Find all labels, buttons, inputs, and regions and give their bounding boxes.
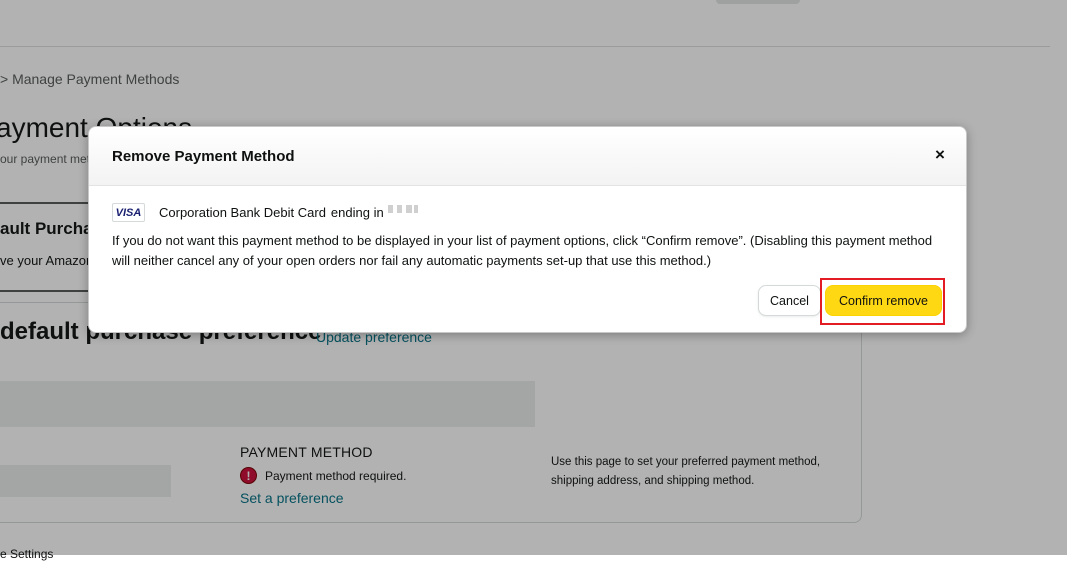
close-icon[interactable]: × [930,145,950,165]
modal-header: Remove Payment Method × [89,127,966,186]
modal-message: If you do not want this payment method t… [112,233,933,268]
visa-logo-icon: VISA [112,203,145,222]
card-ending-label: ending in [330,205,384,220]
cancel-button[interactable]: Cancel [758,285,821,316]
card-summary: VISA Corporation Bank Debit Card ending … [112,203,418,222]
card-name: Corporation Bank Debit Card [159,205,326,220]
confirm-remove-button[interactable]: Confirm remove [825,285,942,316]
modal-title: Remove Payment Method [112,148,295,165]
remove-payment-modal: Remove Payment Method × VISA Corporation… [88,126,967,333]
masked-card-digits [387,204,418,213]
